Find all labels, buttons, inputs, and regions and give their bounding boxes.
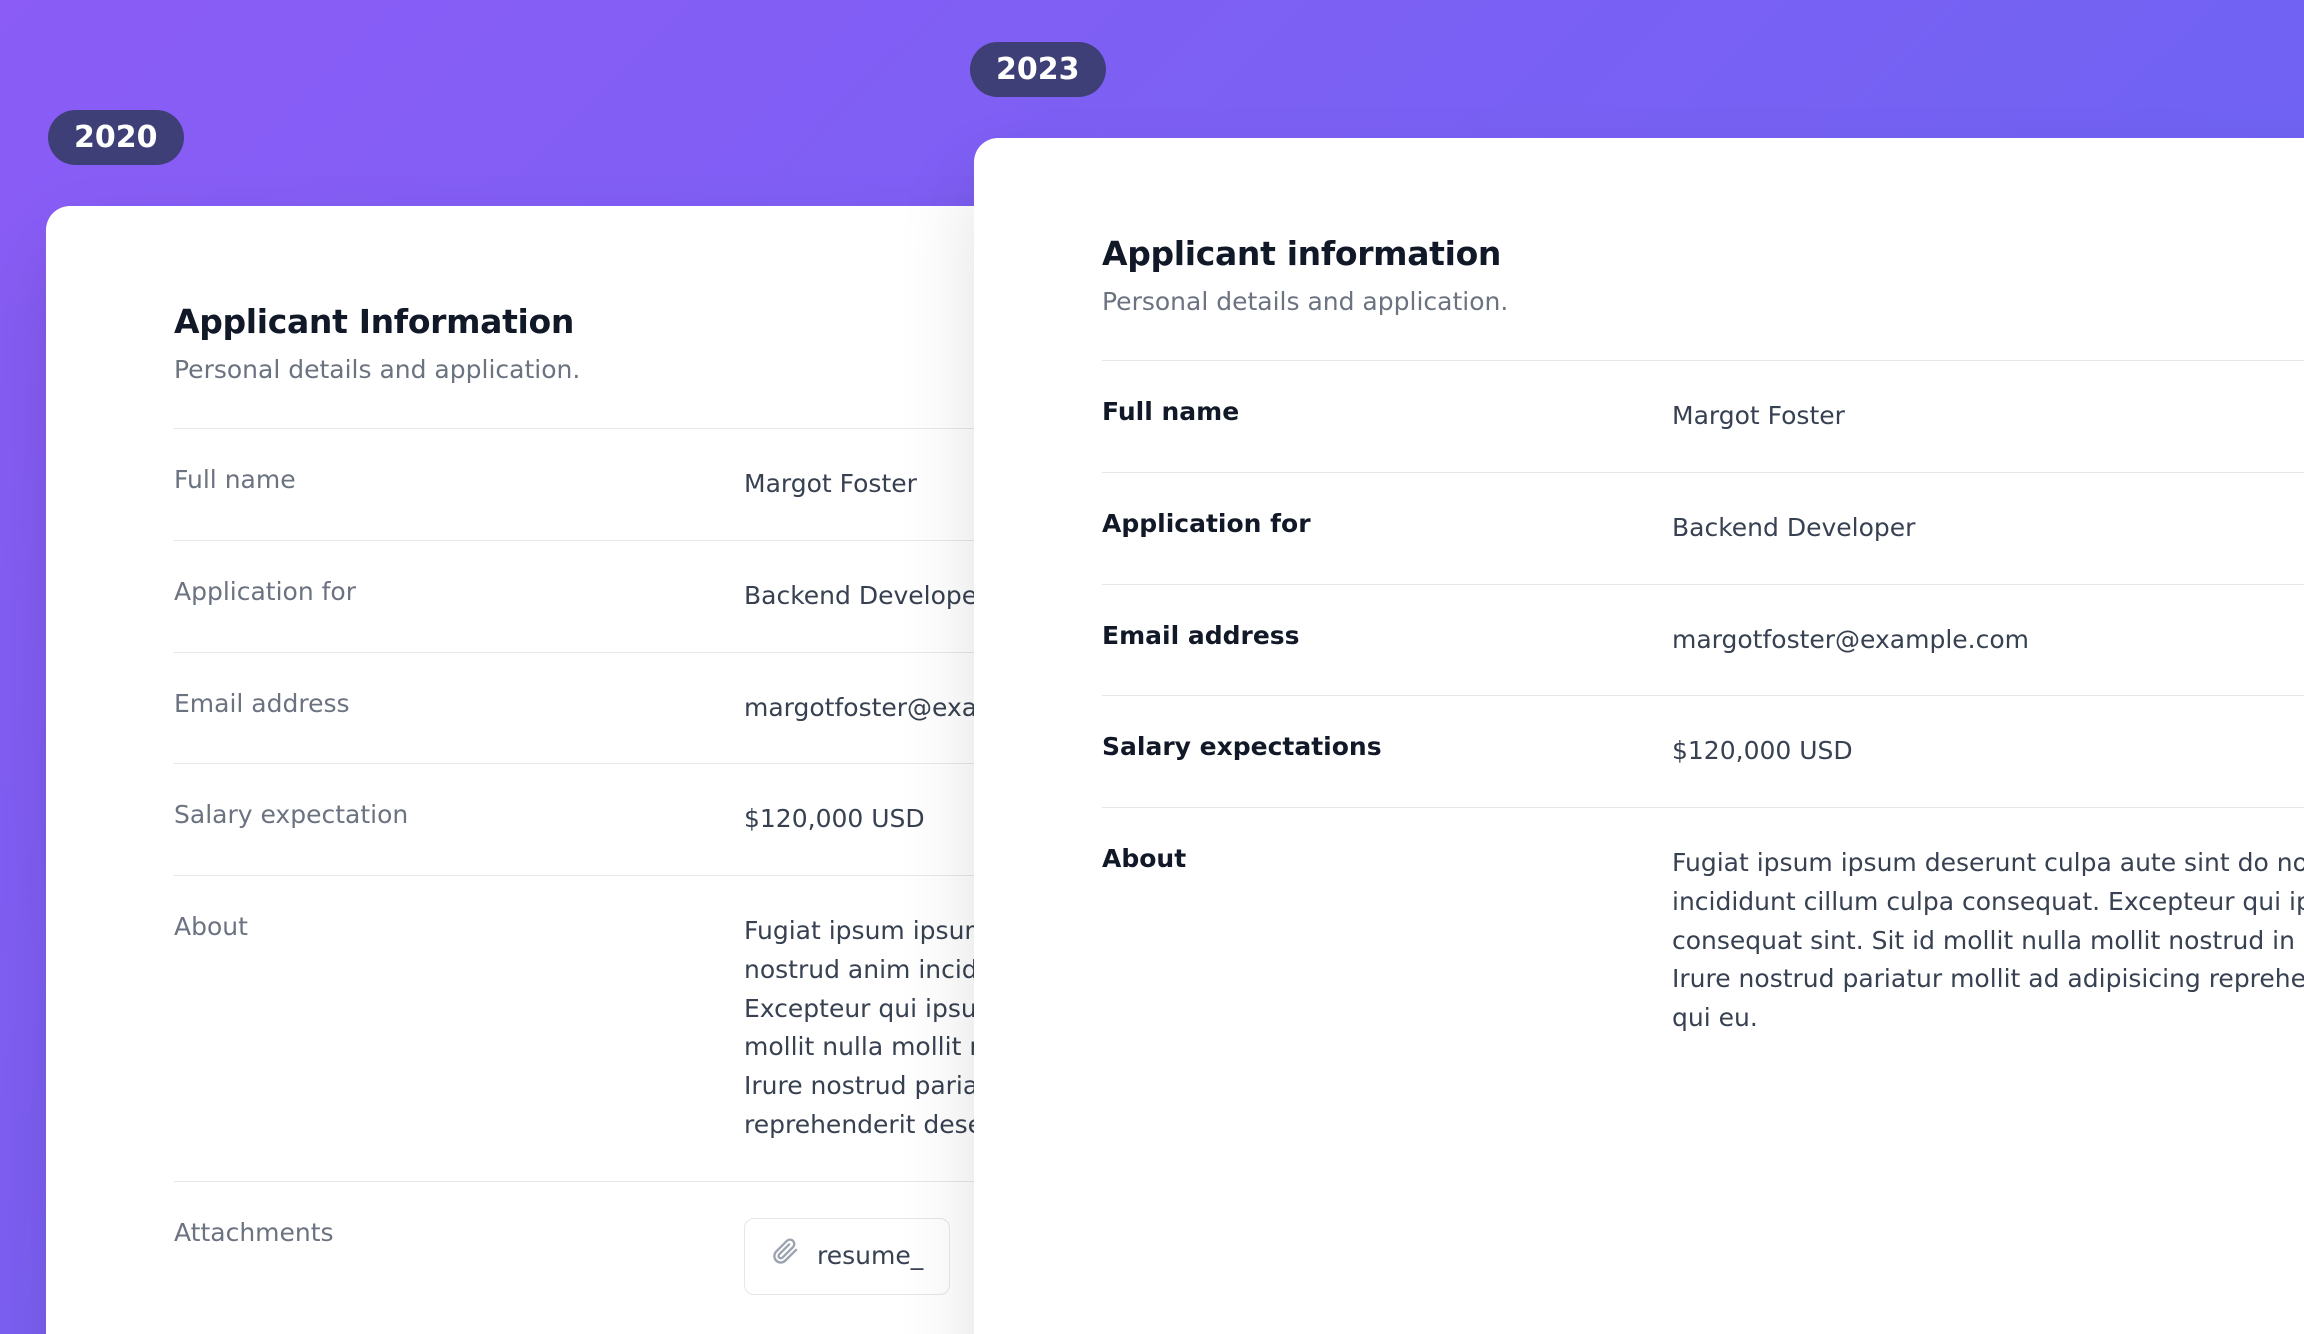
attachment-item[interactable]: resume_ [744, 1218, 950, 1296]
label: Email address [174, 689, 744, 728]
year-badge-2023: 2023 [970, 42, 1106, 97]
label: Full name [1102, 397, 1672, 436]
value: margotfoster@example.com [1672, 621, 2304, 660]
label: About [174, 912, 744, 1145]
label: Salary expectation [174, 800, 744, 839]
label: Application for [174, 577, 744, 616]
paperclip-icon [771, 1237, 799, 1277]
label: About [1102, 844, 1672, 1038]
attachment-filename: resume_ [817, 1237, 923, 1276]
label: Salary expectations [1102, 732, 1672, 771]
row-application-for: Application for Backend Developer [1102, 473, 2304, 585]
label: Full name [174, 465, 744, 504]
value: Fugiat ipsum ipsum deserunt culpa aute s… [1672, 844, 2304, 1038]
row-about: About Fugiat ipsum ipsum deserunt culpa … [1102, 808, 2304, 1074]
card-2023-title: Applicant information [1102, 234, 2304, 273]
card-2023: Applicant information Personal details a… [974, 138, 2304, 1334]
value: $120,000 USD [1672, 732, 2304, 771]
label: Application for [1102, 509, 1672, 548]
row-salary: Salary expectations $120,000 USD [1102, 696, 2304, 808]
row-full-name: Full name Margot Foster [1102, 361, 2304, 473]
value: Backend Developer [1672, 509, 2304, 548]
label: Attachments [174, 1218, 744, 1296]
row-email: Email address margotfoster@example.com [1102, 585, 2304, 697]
value: Margot Foster [1672, 397, 2304, 436]
label: Email address [1102, 621, 1672, 660]
card-2023-subtitle: Personal details and application. [1102, 287, 2304, 316]
year-badge-2020: 2020 [48, 110, 184, 165]
